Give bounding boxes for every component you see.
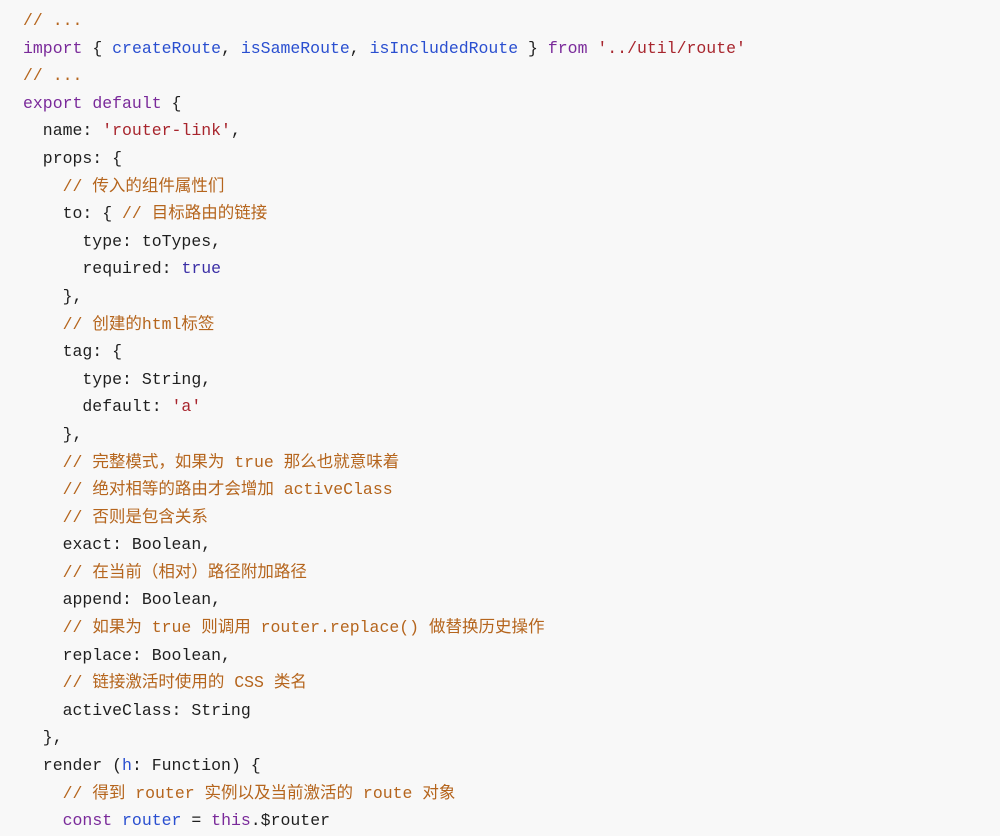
code-identifier: isIncludedRoute bbox=[369, 38, 519, 58]
code-comment: // 绝对相等的路由才会增加 activeClass bbox=[62, 480, 393, 500]
code-line: replace: Boolean, bbox=[23, 642, 746, 670]
code-text: }, bbox=[23, 424, 83, 444]
code-comment: // 得到 router 实例以及当前激活的 route 对象 bbox=[62, 783, 456, 803]
code-comment: // 如果为 true 则调用 router.replace() 做替换历史操作 bbox=[62, 618, 545, 638]
code-text: render ( bbox=[23, 756, 123, 776]
code-line: // 创建的html标签 bbox=[23, 311, 746, 339]
code-line: activeClass: String bbox=[23, 697, 746, 725]
code-line: export default { bbox=[23, 90, 746, 118]
code-text: type: toTypes, bbox=[23, 231, 222, 251]
code-text: activeClass: String bbox=[23, 700, 251, 720]
code-line: const router = this.$router bbox=[23, 807, 746, 835]
code-text: .$router bbox=[250, 811, 330, 831]
code-text: { bbox=[82, 38, 113, 58]
code-text: = bbox=[181, 811, 212, 831]
code-comment: // ... bbox=[23, 66, 83, 86]
code-line: type: toTypes, bbox=[23, 228, 746, 256]
code-line: render (h: Function) { bbox=[23, 752, 746, 780]
code-line: required: true bbox=[23, 255, 746, 283]
code-text: name: bbox=[23, 121, 103, 141]
code-comment: // 完整模式，如果为 true 那么也就意味着 bbox=[62, 452, 400, 472]
code-line: // 链接激活时使用的 CSS 类名 bbox=[23, 669, 746, 697]
code-comment: // 传入的组件属性们 bbox=[62, 176, 225, 196]
code-line: // 否则是包含关系 bbox=[23, 504, 746, 532]
code-keyword: export bbox=[23, 93, 83, 113]
code-string: '../util/route' bbox=[597, 38, 746, 58]
code-line: // ... bbox=[23, 7, 746, 35]
code-line: to: { // 目标路由的链接 bbox=[23, 200, 746, 228]
code-comment: // 创建的html标签 bbox=[62, 314, 215, 334]
code-line: // 传入的组件属性们 bbox=[23, 173, 746, 201]
code-text: } bbox=[518, 38, 548, 58]
code-text: type: String, bbox=[23, 369, 212, 389]
code-line: // 如果为 true 则调用 router.replace() 做替换历史操作 bbox=[23, 614, 746, 642]
code-line: }, bbox=[23, 283, 746, 311]
code-keyword: import bbox=[23, 38, 83, 58]
code-line: exact: Boolean, bbox=[23, 531, 746, 559]
code-text: : Function) { bbox=[131, 756, 261, 776]
code-line: }, bbox=[23, 724, 746, 752]
code-comment: // 在当前（相对）路径附加路径 bbox=[62, 562, 307, 582]
code-identifier: h bbox=[122, 756, 132, 776]
code-text: }, bbox=[23, 728, 63, 748]
code-keyword: const bbox=[62, 811, 113, 831]
code-text: props: { bbox=[23, 148, 123, 168]
code-line: name: 'router-link', bbox=[23, 117, 746, 145]
code-text: { bbox=[161, 93, 182, 113]
code-comment: // 否则是包含关系 bbox=[62, 507, 208, 527]
code-text: append: Boolean, bbox=[23, 590, 222, 610]
code-comment: // 链接激活时使用的 CSS 类名 bbox=[62, 673, 307, 693]
code-identifier: isSameRoute bbox=[240, 38, 350, 58]
code-comment: // ... bbox=[23, 11, 83, 30]
code-identifier: router bbox=[122, 811, 182, 831]
code-line: type: String, bbox=[23, 366, 746, 394]
code-text: }, bbox=[23, 286, 83, 306]
code-text: default: bbox=[23, 397, 172, 417]
code-text: replace: Boolean, bbox=[23, 645, 231, 665]
code-line: props: { bbox=[23, 145, 746, 173]
code-text: tag: { bbox=[23, 342, 123, 362]
code-line: // 绝对相等的路由才会增加 activeClass bbox=[23, 476, 746, 504]
code-comment: // 目标路由的链接 bbox=[122, 204, 268, 224]
code-text: , bbox=[221, 38, 241, 58]
code-identifier: createRoute bbox=[112, 38, 222, 58]
code-text: required: bbox=[23, 259, 182, 279]
code-line: }, bbox=[23, 421, 746, 449]
code-string: 'a' bbox=[171, 397, 202, 417]
code-keyword: from bbox=[547, 38, 588, 58]
code-keyword: default bbox=[92, 93, 162, 113]
code-line: // 在当前（相对）路径附加路径 bbox=[23, 559, 746, 587]
code-line: default: 'a' bbox=[23, 393, 746, 421]
code-line: // 完整模式，如果为 true 那么也就意味着 bbox=[23, 449, 746, 477]
code-string: 'router-link' bbox=[102, 121, 231, 141]
code-text: to: { bbox=[23, 204, 123, 224]
code-line: import { createRoute, isSameRoute, isInc… bbox=[23, 35, 746, 63]
code-text: , bbox=[349, 38, 370, 58]
code-line: tag: { bbox=[23, 338, 746, 366]
code-text: , bbox=[230, 121, 241, 141]
code-line: // 得到 router 实例以及当前激活的 route 对象 bbox=[23, 780, 746, 808]
code-line: // ... bbox=[23, 62, 746, 90]
code-block: // ... import { createRoute, isSameRoute,… bbox=[23, 7, 746, 835]
code-keyword: this bbox=[211, 811, 251, 831]
code-boolean: true bbox=[181, 259, 222, 279]
code-text: exact: Boolean, bbox=[23, 535, 212, 555]
code-line: append: Boolean, bbox=[23, 586, 746, 614]
